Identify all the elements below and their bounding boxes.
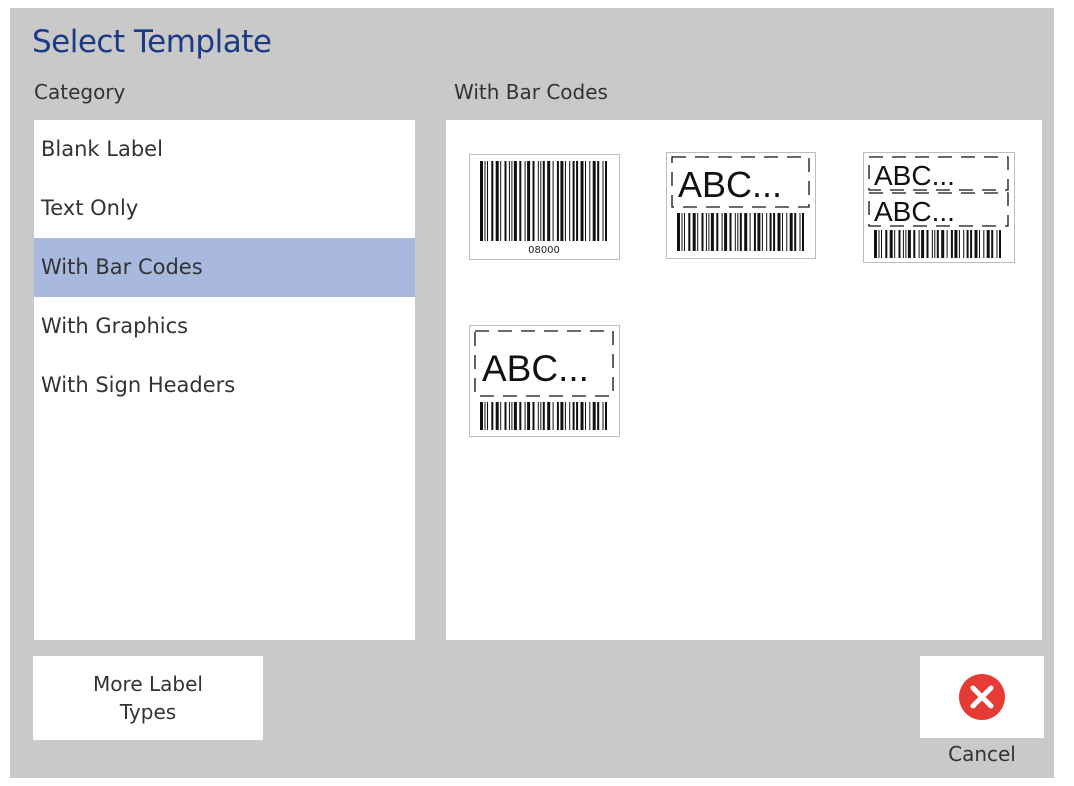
- template-panel: 08000 ABC... ABC... ABC... ABC...: [446, 120, 1042, 640]
- template-sample-text: ABC...: [678, 164, 782, 205]
- barcode-graphic: [677, 213, 804, 251]
- template-text-and-barcode-tall[interactable]: ABC...: [469, 325, 620, 437]
- template-sample-text-line-2: ABC...: [874, 196, 955, 227]
- template-sample-text: ABC...: [482, 348, 589, 389]
- templates-heading: With Bar Codes: [454, 80, 608, 104]
- more-label-types-button[interactable]: More Label Types: [33, 656, 263, 740]
- category-list: Blank Label Text Only With Bar Codes Wit…: [34, 120, 415, 640]
- cancel-button[interactable]: [920, 656, 1044, 738]
- category-item-with-graphics[interactable]: With Graphics: [34, 297, 415, 356]
- close-circle-icon: [959, 674, 1005, 720]
- barcode-graphic: [480, 402, 607, 430]
- template-two-text-and-barcode[interactable]: ABC... ABC...: [863, 152, 1015, 263]
- category-heading: Category: [34, 80, 126, 104]
- more-label-types-label: More Label Types: [93, 672, 203, 724]
- template-sample-text-line-1: ABC...: [874, 160, 955, 191]
- barcode-graphic: [874, 230, 1001, 258]
- barcode-graphic: [480, 161, 607, 241]
- category-item-with-bar-codes[interactable]: With Bar Codes: [34, 238, 415, 297]
- dialog-title: Select Template: [32, 24, 272, 60]
- select-template-dialog: Select Template Category With Bar Codes …: [10, 8, 1054, 778]
- cancel-label: Cancel: [948, 742, 1016, 766]
- category-item-with-sign-headers[interactable]: With Sign Headers: [34, 356, 415, 415]
- template-text-and-barcode[interactable]: ABC...: [666, 152, 816, 259]
- category-item-text-only[interactable]: Text Only: [34, 179, 415, 238]
- category-item-blank-label[interactable]: Blank Label: [34, 120, 415, 179]
- barcode-caption: 08000: [528, 245, 560, 256]
- template-barcode-only[interactable]: 08000: [469, 154, 620, 260]
